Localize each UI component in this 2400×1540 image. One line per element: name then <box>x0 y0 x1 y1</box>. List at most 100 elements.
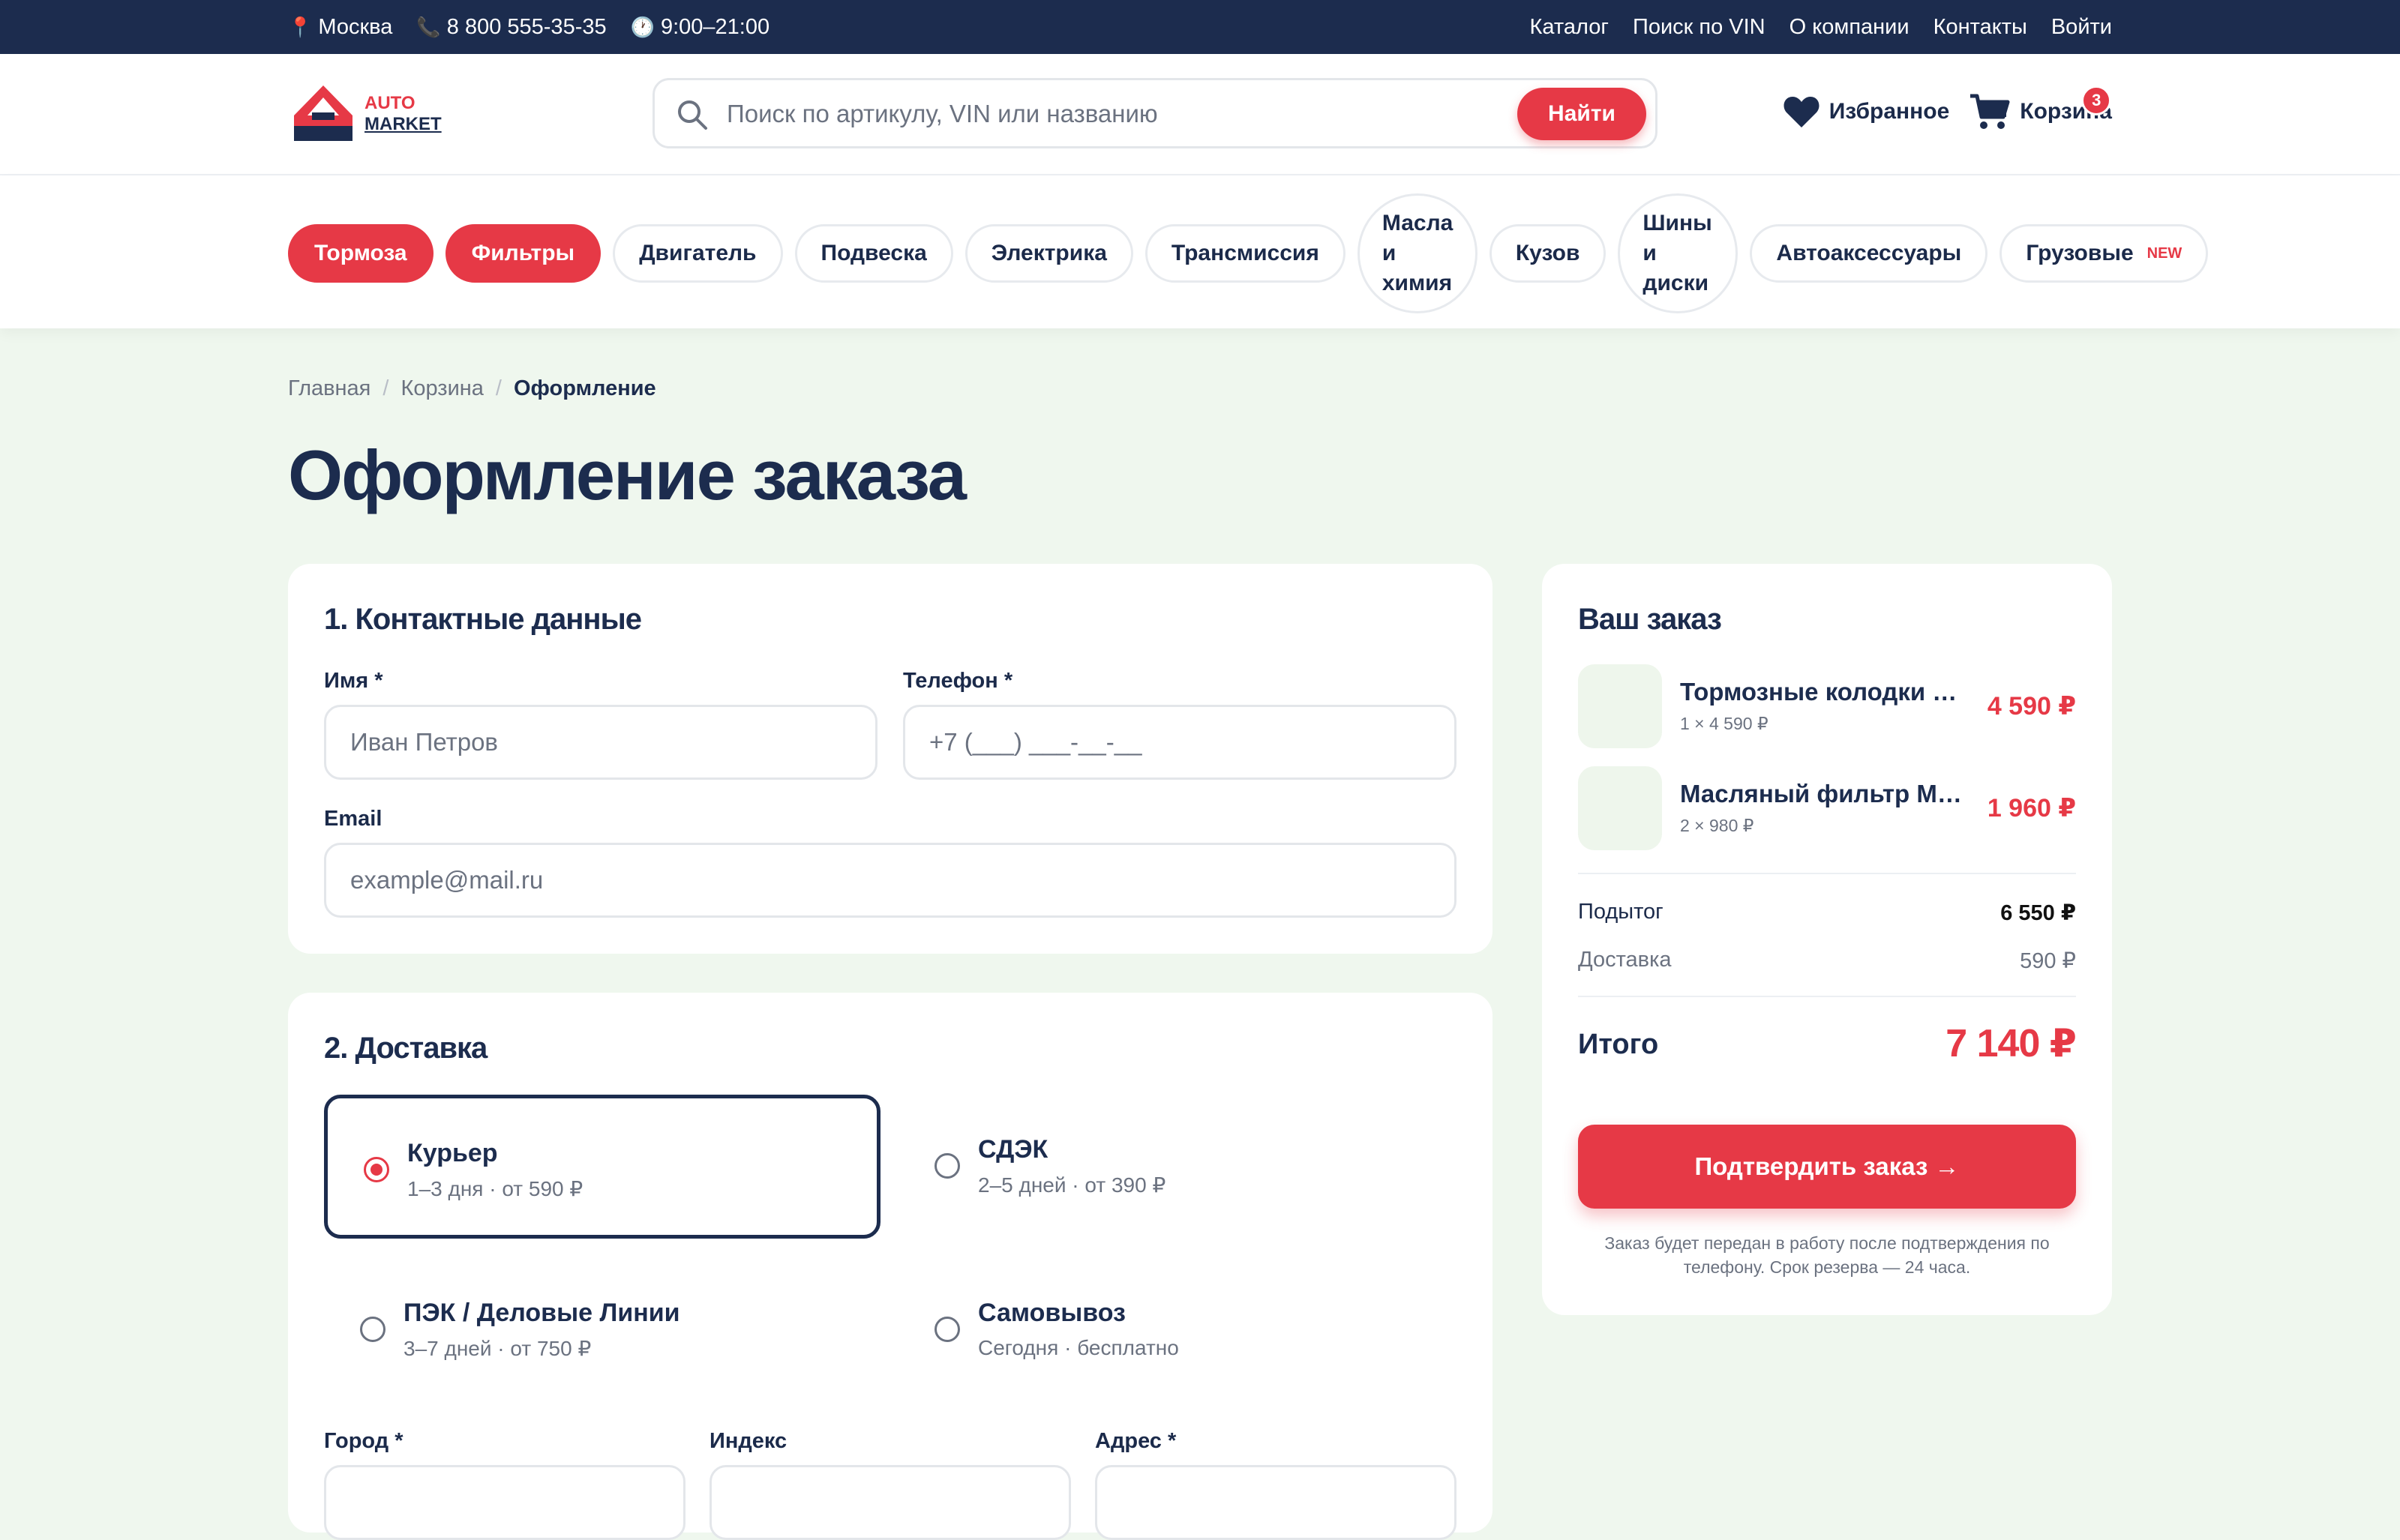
delivery-option-terms: 1–3 дня · от 590 ₽ <box>407 1177 584 1200</box>
item-price: 4 590 ₽ <box>1987 692 2076 721</box>
clock-icon: 🕐 <box>630 15 655 38</box>
hours-label: 9:00–21:00 <box>660 14 770 39</box>
nav-link-vin-search[interactable]: Поиск по VIN <box>1633 15 1766 40</box>
favorites-link[interactable]: Избранное <box>1783 94 1950 129</box>
search-bar: Поиск по артикулу, VIN или названию Найт… <box>652 78 1658 148</box>
delivery-option-courier[interactable]: Курьер 1–3 дня · от 590 ₽ <box>324 1095 880 1239</box>
breadcrumb-home[interactable]: Главная <box>288 376 370 401</box>
divider <box>1578 873 2076 874</box>
heart-icon <box>1784 97 1820 127</box>
email-field[interactable]: example@mail.ru <box>324 843 1456 918</box>
item-quantity: 1 × 4 590 ₽ <box>1680 714 1768 733</box>
nav-link-catalog[interactable]: Каталог <box>1530 15 1609 40</box>
phone-label: Телефон * <box>903 669 1013 693</box>
delivery-option-terms: Сегодня · бесплатно <box>978 1336 1179 1359</box>
delivery-option-pickup[interactable]: Самовывоз Сегодня · бесплатно <box>898 1258 1455 1402</box>
page-title: Оформление заказа <box>288 436 967 514</box>
category-chip-body[interactable]: Кузов <box>1489 224 1606 283</box>
category-chip-engine[interactable]: Двигатель <box>613 224 783 283</box>
cart-count-badge: 3 <box>2081 85 2112 115</box>
total-value: 7 140 ₽ <box>1946 1022 2077 1065</box>
product-thumbnail <box>1578 766 1662 850</box>
category-chip-brakes[interactable]: Тормоза <box>288 224 434 283</box>
total-label: Итого <box>1578 1029 1659 1060</box>
logo-text-bottom: MARKET <box>364 114 442 134</box>
favorites-label: Избранное <box>1828 99 1950 124</box>
confirm-order-button[interactable]: Подтвердить заказ → <box>1578 1125 2076 1209</box>
radio-selected[interactable] <box>364 1157 389 1182</box>
contact-details-card: 1. Контактные данные Имя * Иван Петров Т… <box>288 564 1492 954</box>
search-input[interactable]: Поиск по артикулу, VIN или названию <box>727 100 1158 128</box>
category-chip-oils[interactable]: Масла и химия <box>1357 193 1478 313</box>
product-thumbnail <box>1578 664 1662 748</box>
index-field[interactable] <box>710 1465 1071 1540</box>
name-field[interactable]: Иван Петров <box>324 705 878 780</box>
nav-link-contacts[interactable]: Контакты <box>1934 15 2027 40</box>
category-nav: Тормоза Фильтры Двигатель Подвеска Элект… <box>0 175 2400 328</box>
address-label: Адрес * <box>1095 1429 1177 1453</box>
delivery-option-pek[interactable]: ПЭК / Деловые Линии 3–7 дней · от 750 ₽ <box>324 1258 880 1402</box>
item-name: Тормозные колодки Brembo <box>1680 678 1972 706</box>
category-chip-electrics[interactable]: Электрика <box>964 224 1133 283</box>
breadcrumb-current: Оформление <box>513 376 656 400</box>
delivery-card: 2. Доставка Курьер 1–3 дня · от 590 ₽ СД… <box>288 993 1492 1540</box>
phone-link[interactable]: 📞 8 800 555-35-35 <box>416 15 606 40</box>
name-label: Имя * <box>324 669 383 693</box>
delivery-option-name: ПЭК / Деловые Линии <box>404 1299 680 1327</box>
category-chip-tires[interactable]: Шины и диски <box>1618 193 1738 313</box>
contact-section-title: 1. Контактные данные <box>324 603 642 636</box>
delivery-option-cdek[interactable]: СДЭК 2–5 дней · от 390 ₽ <box>898 1095 1455 1239</box>
working-hours: 🕐 9:00–21:00 <box>631 15 770 40</box>
subtotal-row: Подытог 6 550 ₽ <box>1578 900 2076 925</box>
order-item: Тормозные колодки Brembo 1 × 4 590 ₽ 4 5… <box>1578 664 2076 748</box>
breadcrumb-separator: / <box>382 376 389 400</box>
breadcrumb-cart[interactable]: Корзина <box>400 376 483 401</box>
index-label: Индекс <box>710 1429 788 1453</box>
city-selector[interactable]: 📍 Москва <box>288 15 392 40</box>
top-bar: 📍 Москва 📞 8 800 555-35-35 🕐 9:00–21:00 … <box>0 0 2400 54</box>
new-badge: NEW <box>2146 244 2182 262</box>
order-item: Масляный фильтр Mann 2 × 980 ₽ 1 960 ₽ <box>1578 766 2076 850</box>
search-icon <box>678 100 707 130</box>
city-field[interactable] <box>324 1465 686 1540</box>
radio-unselected[interactable] <box>934 1153 960 1179</box>
category-chip-trucks[interactable]: Грузовые NEW <box>2000 224 2209 283</box>
delivery-row: Доставка 590 ₽ <box>1578 948 2076 973</box>
radio-unselected[interactable] <box>360 1317 386 1342</box>
logo-mark-icon <box>294 85 352 141</box>
phone-number: 8 800 555-35-35 <box>446 14 607 39</box>
address-field[interactable] <box>1095 1465 1456 1540</box>
order-note: Заказ будет передан в работу после подтв… <box>1604 1233 2050 1277</box>
phone-icon: 📞 <box>416 15 441 38</box>
category-chip-transmission[interactable]: Трансмиссия <box>1144 224 1346 283</box>
order-summary-card: Ваш заказ Тормозные колодки Brembo 1 × 4… <box>1542 564 2112 1315</box>
item-quantity: 2 × 980 ₽ <box>1680 816 1754 835</box>
item-price: 1 960 ₽ <box>1987 794 2076 822</box>
summary-title: Ваш заказ <box>1578 603 1722 636</box>
cart-icon <box>1970 94 2010 129</box>
cart-link[interactable]: Корзина 3 <box>1969 85 2112 130</box>
nav-link-login[interactable]: Войти <box>2051 15 2112 40</box>
subtotal-label: Подытог <box>1578 900 1664 924</box>
nav-link-about[interactable]: О компании <box>1790 15 1910 40</box>
item-name: Масляный фильтр Mann <box>1680 780 1972 807</box>
delivery-cost-value: 590 ₽ <box>2020 949 2076 973</box>
search-button[interactable]: Найти <box>1517 88 1646 140</box>
category-chip-filters[interactable]: Фильтры <box>445 224 602 283</box>
divider <box>1578 996 2076 997</box>
delivery-cost-label: Доставка <box>1578 948 1672 972</box>
category-chip-suspension[interactable]: Подвеска <box>794 224 953 283</box>
delivery-option-name: СДЭК <box>978 1135 1048 1164</box>
delivery-option-terms: 3–7 дней · от 750 ₽ <box>404 1337 592 1360</box>
radio-unselected[interactable] <box>934 1317 960 1342</box>
city-label: Москва <box>318 14 393 39</box>
breadcrumb-separator: / <box>495 376 502 400</box>
delivery-option-name: Курьер <box>407 1139 498 1167</box>
site-logo[interactable]: AUTO MARKET <box>292 82 442 144</box>
logo-text-top: AUTO <box>364 93 416 113</box>
city-label: Город * <box>324 1429 404 1453</box>
site-header: AUTO MARKET Поиск по артикулу, VIN или н… <box>0 54 2400 175</box>
subtotal-value: 6 550 ₽ <box>2000 901 2076 925</box>
category-chip-accessories[interactable]: Автоаксессуары <box>1750 224 1988 283</box>
phone-field[interactable]: +7 (___) ___-__-__ <box>903 705 1456 780</box>
